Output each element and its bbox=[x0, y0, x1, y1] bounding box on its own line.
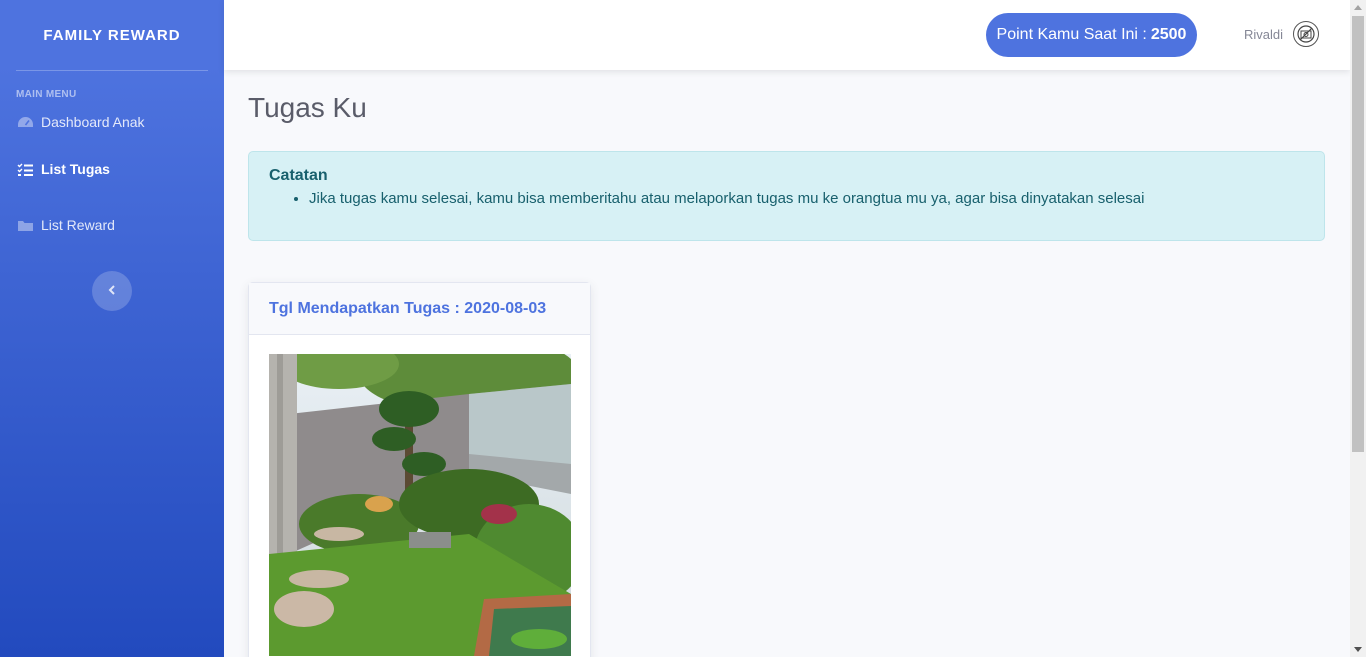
sidebar-heading: MAIN MENU bbox=[16, 89, 77, 100]
sidebar-item-list-reward[interactable]: List Reward bbox=[0, 197, 224, 253]
page-title: Tugas Ku bbox=[248, 92, 367, 123]
sidebar: FAMILY REWARD MAIN MENU Dashboard Anak L… bbox=[0, 0, 224, 657]
folder-icon bbox=[16, 218, 34, 232]
points-badge: Point Kamu Saat Ini : 2500 bbox=[986, 13, 1197, 57]
topbar: Point Kamu Saat Ini : 2500 Rivaldi bbox=[224, 0, 1350, 70]
info-alert: Catatan Jika tugas kamu selesai, kamu bi… bbox=[248, 151, 1325, 241]
points-label: Point Kamu Saat Ini : bbox=[996, 26, 1147, 43]
card-header: Tgl Mendapatkan Tugas : 2020-08-03 bbox=[249, 283, 590, 335]
sidebar-item-label: List Tugas bbox=[41, 161, 110, 177]
task-card: Tgl Mendapatkan Tugas : 2020-08-03 bbox=[248, 282, 591, 657]
garden-photo bbox=[269, 354, 571, 656]
avatar[interactable] bbox=[1293, 21, 1319, 47]
sidebar-brand[interactable]: FAMILY REWARD bbox=[0, 0, 224, 70]
sidebar-item-list-tugas[interactable]: List Tugas bbox=[0, 141, 224, 197]
chevron-left-icon bbox=[108, 282, 116, 300]
scroll-down-icon[interactable] bbox=[1354, 647, 1362, 652]
user-name[interactable]: Rivaldi bbox=[1244, 27, 1283, 42]
scroll-up-icon[interactable] bbox=[1354, 5, 1362, 10]
sidebar-item-dashboard[interactable]: Dashboard Anak bbox=[0, 103, 224, 141]
alert-item: Jika tugas kamu selesai, kamu bisa membe… bbox=[309, 188, 1304, 210]
scroll-thumb[interactable] bbox=[1352, 16, 1364, 452]
page-scrollbar[interactable] bbox=[1350, 0, 1366, 657]
tasks-icon bbox=[16, 162, 34, 176]
tachometer-icon bbox=[16, 115, 34, 129]
points-value: 2500 bbox=[1150, 26, 1187, 43]
sidebar-item-label: Dashboard Anak bbox=[41, 114, 145, 130]
alert-list: Jika tugas kamu selesai, kamu bisa membe… bbox=[269, 188, 1304, 210]
alert-title: Catatan bbox=[269, 167, 328, 184]
sidebar-item-label: List Reward bbox=[41, 217, 115, 233]
sidebar-toggle-button[interactable] bbox=[92, 271, 132, 311]
